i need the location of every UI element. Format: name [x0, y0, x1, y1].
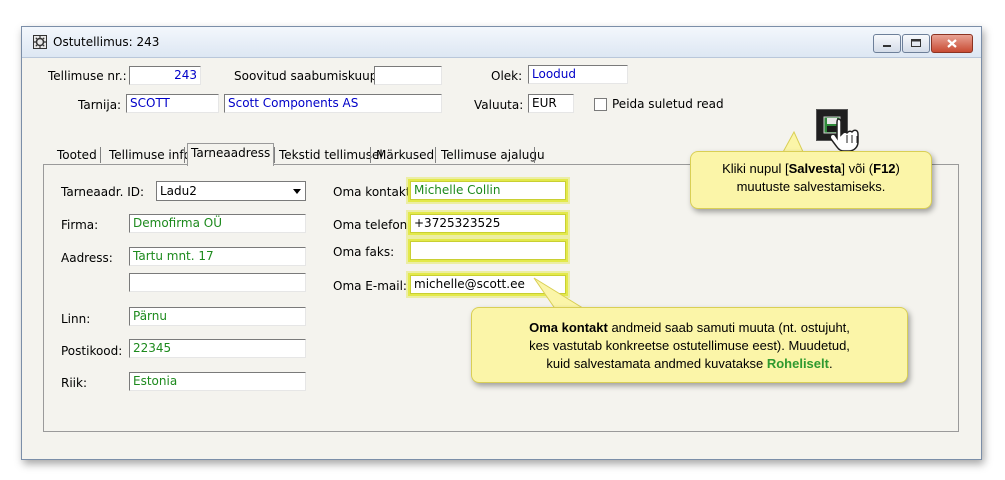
- order-window: Ostutellimus: 243 Tellimuse nr.: 243 Soo…: [21, 26, 982, 460]
- contact-fax-field[interactable]: [410, 241, 566, 260]
- contact-name-field[interactable]: Michelle Collin: [410, 181, 566, 200]
- minimize-button[interactable]: [873, 34, 901, 53]
- supplier-name-field[interactable]: Scott Components AS: [224, 94, 442, 113]
- address-line1-field[interactable]: Tartu mnt. 17: [129, 247, 306, 266]
- tab-separator: [370, 147, 371, 163]
- title-bar[interactable]: Ostutellimus: 243: [22, 27, 981, 58]
- currency-field[interactable]: EUR: [528, 94, 574, 113]
- desired-date-label: Soovitud saabumiskuup.:: [234, 69, 386, 83]
- close-icon: [947, 39, 957, 48]
- save-hint-line2: muutuste salvestamiseks.: [736, 179, 886, 194]
- tab-products[interactable]: Tooted: [54, 146, 100, 164]
- supplier-code-field[interactable]: SCOTT: [126, 94, 219, 113]
- window-title: Ostutellimus: 243: [53, 35, 160, 49]
- maximize-button[interactable]: [902, 34, 930, 53]
- zip-label: Postikood:: [61, 344, 123, 358]
- addr-id-value: Ladu2: [160, 184, 197, 198]
- hide-closed-checkbox[interactable]: [594, 98, 607, 111]
- contact-hint-line2: kes vastutab konkreetse ostutellimuse ee…: [529, 338, 850, 353]
- currency-label: Valuuta:: [474, 98, 524, 112]
- supplier-label: Tarnija:: [78, 98, 122, 112]
- zip-field[interactable]: 22345: [129, 339, 306, 358]
- addr-id-select[interactable]: Ladu2: [156, 181, 306, 201]
- contact-hint-line3: kuid salvestamata andmed kuvatakse Rohel…: [546, 356, 833, 371]
- state-label: Olek:: [491, 69, 523, 83]
- contact-hint-callout: Oma kontakt andmeid saab samuti muuta (n…: [471, 307, 908, 383]
- company-label: Firma:: [61, 218, 99, 232]
- app-icon: [33, 35, 47, 49]
- city-field[interactable]: Pärnu: [129, 307, 306, 326]
- tab-order-info[interactable]: Tellimuse info: [106, 146, 194, 164]
- country-field[interactable]: Estonia: [129, 372, 306, 391]
- contact-email-label: Oma E-mail:: [333, 279, 407, 293]
- contact-phone-field[interactable]: +3725323525: [410, 214, 566, 233]
- hide-closed-label: Peida suletud read: [612, 97, 724, 111]
- tab-separator: [435, 147, 436, 163]
- save-hint-line1: Kliki nupul [Salvesta] või (F12): [722, 161, 900, 176]
- tab-separator: [184, 147, 185, 163]
- country-label: Riik:: [61, 376, 87, 390]
- tab-order-history[interactable]: Tellimuse ajalugu: [438, 146, 548, 164]
- company-field[interactable]: Demofirma OÜ: [129, 214, 306, 233]
- address-label: Aadress:: [61, 251, 113, 265]
- tab-notes[interactable]: Märkused: [373, 146, 437, 164]
- contact-fax-label: Oma faks:: [333, 245, 395, 259]
- save-hint-callout: Kliki nupul [Salvesta] või (F12) muutust…: [690, 151, 932, 209]
- minimize-icon: [883, 45, 891, 47]
- addr-id-label: Tarneaadr. ID:: [61, 185, 145, 199]
- contact-hint-line1: Oma kontakt andmeid saab samuti muuta (n…: [529, 320, 850, 335]
- tab-separator: [534, 147, 535, 163]
- panel-border: [43, 164, 187, 165]
- contact-phone-label: Oma telefon:: [333, 218, 412, 232]
- contact-name-label: Oma kontakt:: [333, 185, 415, 199]
- maximize-icon: [911, 39, 921, 47]
- state-field[interactable]: Loodud: [528, 65, 628, 84]
- city-label: Linn:: [61, 312, 91, 326]
- order-no-field[interactable]: 243: [129, 66, 201, 85]
- chevron-down-icon[interactable]: [289, 182, 305, 200]
- tab-separator: [100, 147, 101, 163]
- address-line2-field[interactable]: [129, 273, 306, 292]
- tab-delivery-address[interactable]: Tarneaadress: [187, 143, 275, 166]
- desired-date-field[interactable]: [374, 66, 442, 85]
- close-button[interactable]: [931, 34, 973, 53]
- order-no-label: Tellimuse nr.:: [48, 69, 127, 83]
